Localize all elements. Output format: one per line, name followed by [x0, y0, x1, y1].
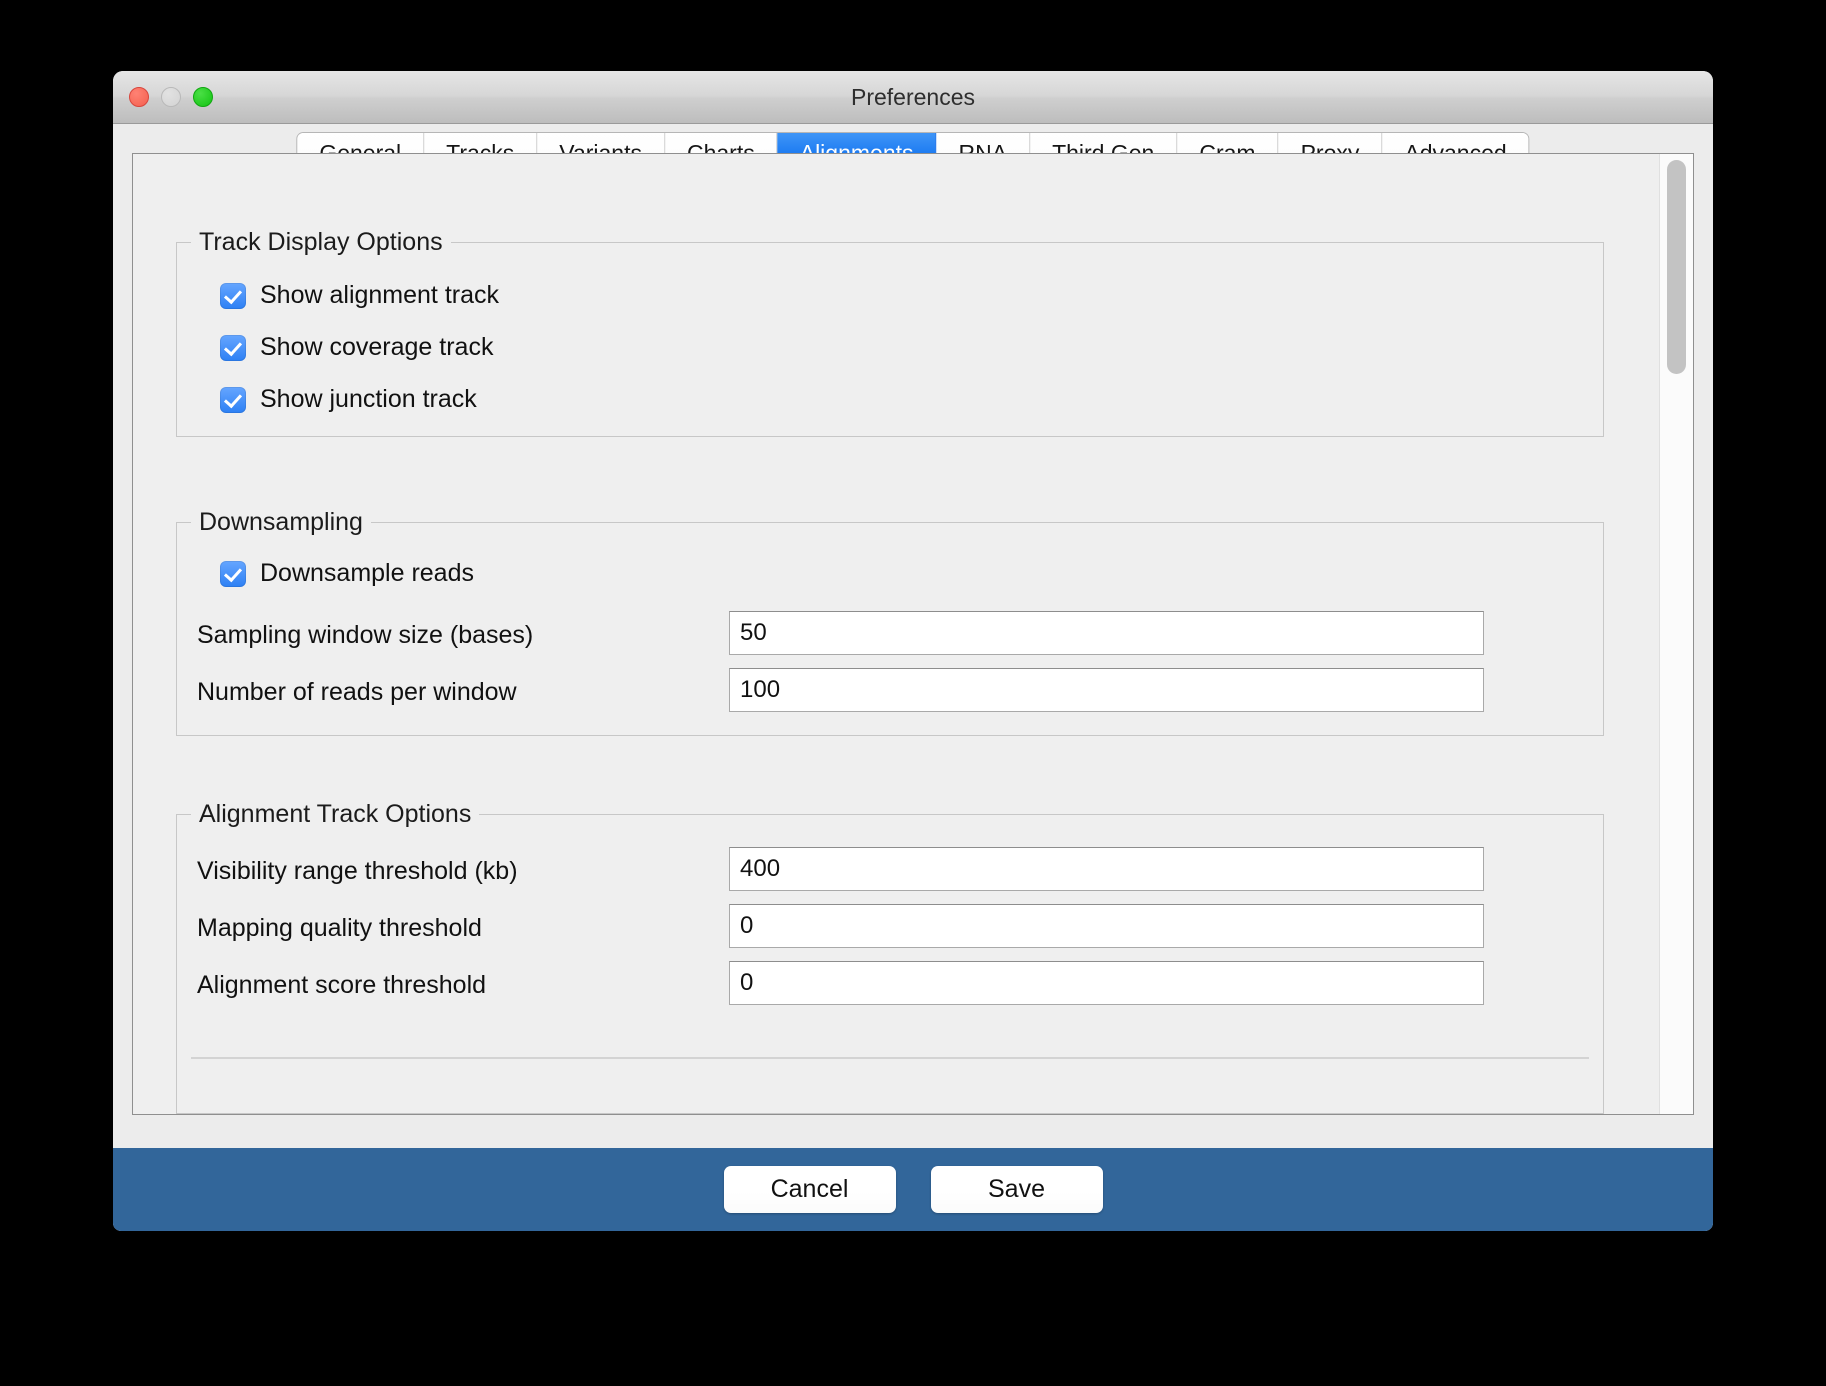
input-mapping-quality-threshold[interactable]: 0	[729, 904, 1484, 948]
preferences-content: Track Display Options Show alignment tra…	[133, 154, 1659, 1114]
checkbox-row-show-coverage-track[interactable]: Show coverage track	[220, 333, 493, 362]
label-visibility-range-threshold: Visibility range threshold (kb)	[197, 857, 518, 886]
label-sampling-window-size: Sampling window size (bases)	[197, 621, 533, 650]
label-mapping-quality-threshold: Mapping quality threshold	[197, 914, 482, 943]
checkbox-row-show-junction-track[interactable]: Show junction track	[220, 385, 477, 414]
checkbox-show-coverage-track-label: Show coverage track	[260, 333, 493, 362]
group-alignment-track-options: Alignment Track Options Visibility range…	[176, 814, 1604, 1114]
preferences-scrollpane: Track Display Options Show alignment tra…	[132, 153, 1694, 1115]
preferences-window: Preferences General Tracks Variants Char…	[113, 71, 1713, 1231]
checkbox-downsample-reads-label: Downsample reads	[260, 559, 474, 588]
checkbox-show-alignment-track-label: Show alignment track	[260, 281, 499, 310]
dialog-footer: Cancel Save	[113, 1148, 1713, 1231]
group-track-display-options-legend: Track Display Options	[191, 228, 451, 257]
checkbox-downsample-reads[interactable]	[220, 561, 246, 587]
checkbox-show-junction-track-label: Show junction track	[260, 385, 477, 414]
checkbox-show-coverage-track[interactable]	[220, 335, 246, 361]
label-number-of-reads-per-window: Number of reads per window	[197, 678, 517, 707]
scrollbar-thumb[interactable]	[1667, 160, 1686, 374]
group-alignment-track-options-legend: Alignment Track Options	[191, 800, 479, 829]
checkbox-row-downsample-reads[interactable]: Downsample reads	[220, 559, 474, 588]
vertical-scrollbar[interactable]	[1659, 154, 1693, 1114]
checkbox-row-show-alignment-track[interactable]: Show alignment track	[220, 281, 499, 310]
input-number-of-reads-per-window[interactable]: 100	[729, 668, 1484, 712]
input-sampling-window-size[interactable]: 50	[729, 611, 1484, 655]
checkbox-show-alignment-track[interactable]	[220, 283, 246, 309]
group-track-display-options: Track Display Options Show alignment tra…	[176, 242, 1604, 437]
window-title: Preferences	[113, 71, 1713, 123]
label-alignment-score-threshold: Alignment score threshold	[197, 971, 486, 1000]
screen: Preferences General Tracks Variants Char…	[0, 0, 1826, 1386]
group-downsampling-legend: Downsampling	[191, 508, 371, 537]
save-button[interactable]: Save	[931, 1166, 1103, 1213]
section-divider	[191, 1057, 1589, 1059]
window-titlebar: Preferences	[113, 71, 1713, 124]
group-downsampling: Downsampling Downsample reads Sampling w…	[176, 522, 1604, 736]
checkbox-show-junction-track[interactable]	[220, 387, 246, 413]
input-alignment-score-threshold[interactable]: 0	[729, 961, 1484, 1005]
input-visibility-range-threshold[interactable]: 400	[729, 847, 1484, 891]
cancel-button[interactable]: Cancel	[724, 1166, 896, 1213]
